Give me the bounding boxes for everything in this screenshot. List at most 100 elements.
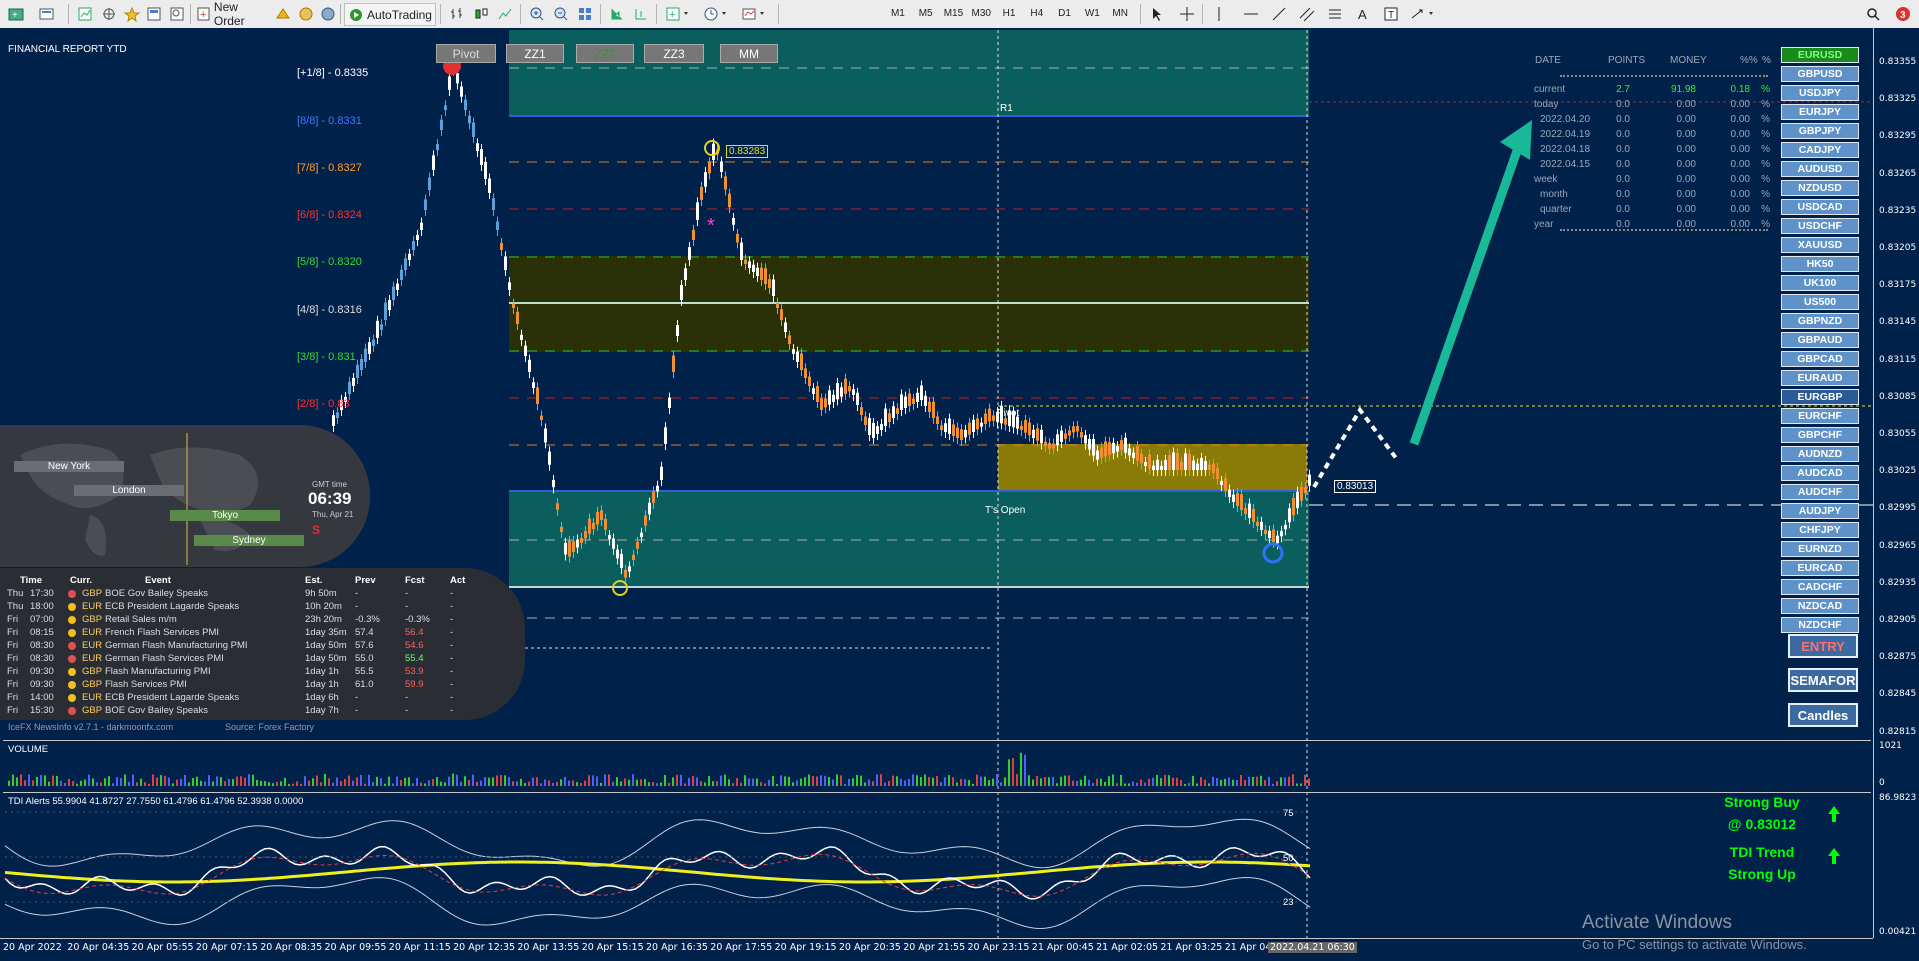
- candle-body: [516, 311, 519, 324]
- candle-body: [980, 422, 983, 427]
- volume-bar: [1184, 783, 1186, 786]
- report-money: 0.00: [1676, 99, 1696, 110]
- volume-bar: [584, 780, 586, 786]
- pair-button-gbpcad[interactable]: GBPCAD: [1781, 351, 1859, 367]
- candle-body: [724, 176, 727, 190]
- pair-button-eurnzd[interactable]: EURNZD: [1781, 541, 1859, 557]
- pair-button-xauusd[interactable]: XAUUSD: [1781, 237, 1859, 253]
- current-price-label: 0.83013: [1334, 480, 1377, 493]
- pair-button-eurchf[interactable]: EURCHF: [1781, 408, 1859, 424]
- pair-button-nzdusd[interactable]: NZDUSD: [1781, 180, 1859, 196]
- volume-bar: [1048, 777, 1050, 786]
- volume-bar: [508, 777, 510, 786]
- zz2-toggle[interactable]: ZZ2: [576, 44, 634, 63]
- pair-button-chfjpy[interactable]: CHFJPY: [1781, 522, 1859, 538]
- report-points: 0.0: [1616, 204, 1630, 215]
- candle-body: [348, 381, 351, 394]
- candle-body: [552, 479, 555, 488]
- candle-body: [1272, 529, 1275, 542]
- pair-button-nzdchf[interactable]: NZDCHF: [1781, 617, 1859, 633]
- pair-button-gbpjpy[interactable]: GBPJPY: [1781, 123, 1859, 139]
- pair-button-usdchf[interactable]: USDCHF: [1781, 218, 1859, 234]
- candle-body: [860, 407, 863, 415]
- volume-bar: [768, 779, 770, 786]
- candle-body: [696, 202, 699, 220]
- candle-body: [1044, 441, 1047, 446]
- candle-body: [1168, 455, 1171, 470]
- pair-button-audjpy[interactable]: AUDJPY: [1781, 503, 1859, 519]
- pair-button-euraud[interactable]: EURAUD: [1781, 370, 1859, 386]
- time-tick: 20 Apr 05:55: [131, 942, 194, 953]
- pair-button-gbpchf[interactable]: GBPCHF: [1781, 427, 1859, 443]
- news-day: Fri: [7, 705, 19, 716]
- candles-button[interactable]: Candles: [1788, 703, 1858, 727]
- candle-body: [988, 408, 991, 422]
- candle-body: [1284, 524, 1287, 530]
- news-time: 15:30: [30, 705, 54, 716]
- news-event: German Flash Services PMI: [105, 653, 224, 664]
- pair-button-uk100[interactable]: UK100: [1781, 275, 1859, 291]
- pair-button-audusd[interactable]: AUDUSD: [1781, 161, 1859, 177]
- candle-body: [364, 348, 367, 362]
- pair-button-usdjpy[interactable]: USDJPY: [1781, 85, 1859, 101]
- session-sydney: Sydney: [194, 535, 304, 546]
- volume-bar: [716, 781, 718, 786]
- zz1-toggle[interactable]: ZZ1: [506, 44, 564, 63]
- pair-button-nzdcad[interactable]: NZDCAD: [1781, 598, 1859, 614]
- candle-body: [1052, 443, 1055, 449]
- news-time: 09:30: [30, 679, 54, 690]
- pair-button-gbpusd[interactable]: GBPUSD: [1781, 66, 1859, 82]
- pair-button-hk50[interactable]: HK50: [1781, 256, 1859, 272]
- pivot-toggle[interactable]: Pivot: [436, 44, 496, 63]
- session-marker: S: [312, 523, 321, 537]
- volume-bar: [1268, 776, 1270, 786]
- pair-button-audchf[interactable]: AUDCHF: [1781, 484, 1859, 500]
- volume-bar: [660, 782, 662, 786]
- tdi-level-75: 75: [1283, 808, 1294, 819]
- pair-button-gbpaud[interactable]: GBPAUD: [1781, 332, 1859, 348]
- volume-bar: [84, 779, 86, 786]
- pair-button-usdcad[interactable]: USDCAD: [1781, 199, 1859, 215]
- report-pct: 0.00: [1730, 174, 1750, 185]
- pair-button-cadchf[interactable]: CADCHF: [1781, 579, 1859, 595]
- pair-button-audnzd[interactable]: AUDNZD: [1781, 446, 1859, 462]
- volume-bar: [1220, 779, 1222, 786]
- pair-button-us500[interactable]: US500: [1781, 294, 1859, 310]
- volume-bar: [1008, 759, 1010, 786]
- entry-button[interactable]: ENTRY: [1788, 634, 1858, 658]
- volume-bar: [928, 776, 930, 786]
- volume-bar: [912, 774, 914, 786]
- zz3-toggle[interactable]: ZZ3: [644, 44, 704, 63]
- volume-bar: [648, 782, 650, 786]
- volume-bar: [48, 781, 50, 786]
- report-header-points: POINTS: [1608, 55, 1646, 66]
- volume-bar: [728, 779, 730, 786]
- volume-bar: [116, 777, 118, 786]
- pair-button-eurgbp[interactable]: EURGBP: [1781, 389, 1859, 405]
- news-col-est: Est.: [305, 575, 323, 586]
- pair-button-gbpnzd[interactable]: GBPNZD: [1781, 313, 1859, 329]
- candle-body: [756, 267, 759, 276]
- volume-bar: [1064, 775, 1066, 786]
- candle-body: [952, 424, 955, 436]
- pair-button-eurusd[interactable]: EURUSD: [1781, 47, 1859, 63]
- volume-bar: [268, 782, 270, 786]
- volume-bar: [712, 781, 714, 786]
- candle-body: [920, 385, 923, 400]
- pair-button-eurcad[interactable]: EURCAD: [1781, 560, 1859, 576]
- pair-button-eurjpy[interactable]: EURJPY: [1781, 104, 1859, 120]
- pair-button-cadjpy[interactable]: CADJPY: [1781, 142, 1859, 158]
- report-title: FINANCIAL REPORT YTD: [8, 44, 127, 55]
- pair-button-audcad[interactable]: AUDCAD: [1781, 465, 1859, 481]
- volume-bar: [400, 779, 402, 786]
- semafor-button[interactable]: SEMAFOR: [1788, 668, 1858, 692]
- candle-body: [808, 376, 811, 386]
- volume-bar: [848, 778, 850, 786]
- volume-bar: [1128, 783, 1130, 786]
- tdi-upper-band: [4, 818, 1311, 869]
- candle-body: [404, 258, 407, 270]
- volume-bar: [1228, 777, 1230, 786]
- mm-toggle[interactable]: MM: [720, 44, 778, 63]
- news-time: 17:30: [30, 588, 54, 599]
- news-act: -: [450, 692, 454, 703]
